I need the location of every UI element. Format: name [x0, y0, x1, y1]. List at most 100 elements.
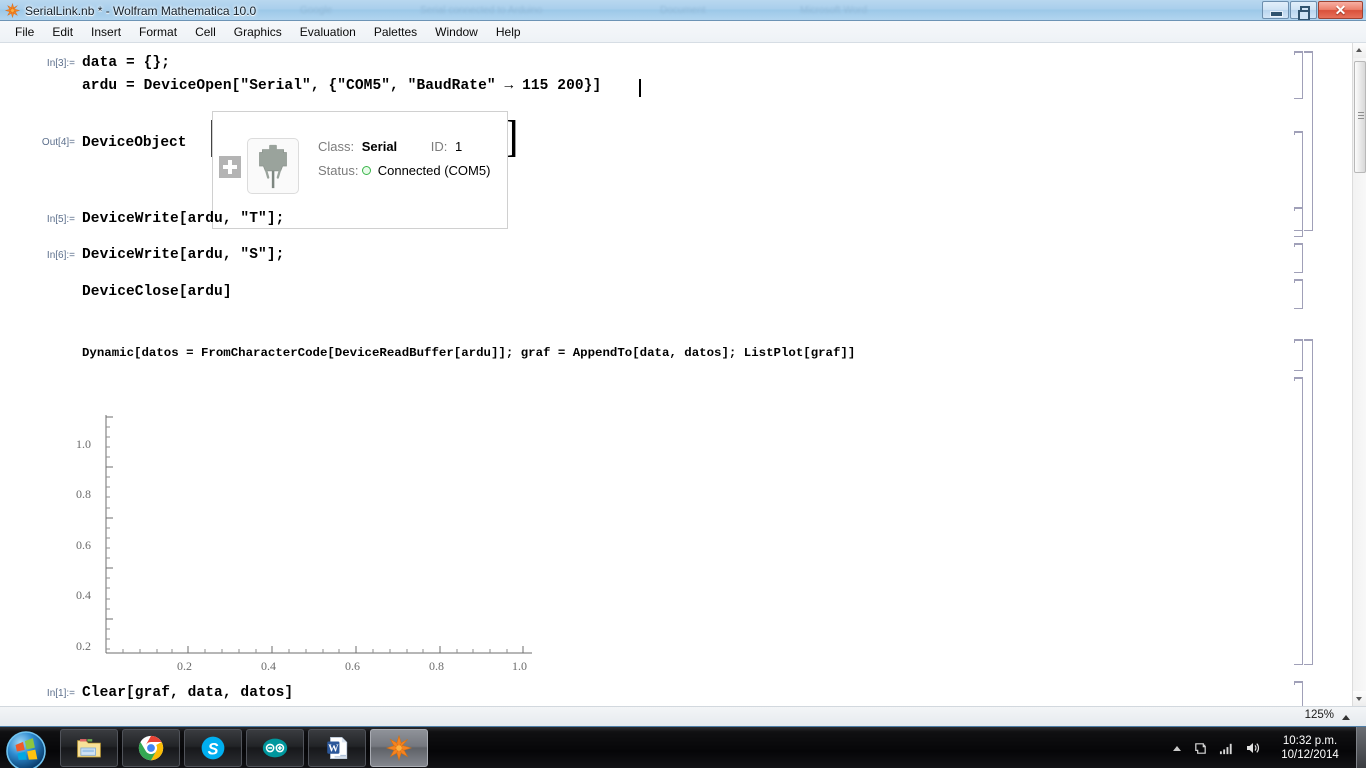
xtick-3: 0.8 — [429, 659, 444, 673]
deviceobject-head: DeviceObject — [82, 135, 187, 151]
vertical-scrollbar[interactable] — [1352, 43, 1366, 706]
expand-device-details-button[interactable] — [219, 156, 241, 178]
ytick-4: 1.0 — [76, 437, 91, 451]
file-explorer-icon — [77, 739, 101, 758]
desktop: Google Serial connected to Arduino Docum… — [0, 0, 1366, 768]
menu-graphics[interactable]: Graphics — [225, 22, 291, 42]
zoom-chevron-up-icon[interactable] — [1342, 715, 1350, 720]
chevron-up-icon — [1356, 48, 1362, 52]
cell-label-in6: In[6]:= — [46, 250, 75, 261]
xtick-0: 0.2 — [177, 659, 192, 673]
cell-bracket-in3[interactable] — [1294, 51, 1303, 99]
code-line-clear[interactable]: Clear[graf, data, datos] — [82, 685, 293, 701]
taskbar-item-google-chrome[interactable] — [122, 729, 180, 767]
taskbar-clock[interactable]: 10:32 p.m. 10/12/2014 — [1272, 734, 1348, 762]
menu-bar: File Edit Insert Format Cell Graphics Ev… — [0, 21, 1366, 43]
mathematica-spikey-icon — [5, 3, 20, 18]
menu-cell[interactable]: Cell — [186, 22, 225, 42]
action-center-icon[interactable] — [1193, 741, 1208, 756]
cell-bracket-group-2[interactable] — [1304, 339, 1313, 665]
chevron-down-icon — [1356, 697, 1362, 701]
device-id-value: 1 — [455, 139, 463, 154]
skype-icon: S — [201, 736, 225, 760]
taskbar-buttons: S W — [60, 729, 428, 767]
notebook-canvas[interactable]: In[3]:= data = {}; ardu = DeviceOpen["Se… — [0, 43, 1352, 706]
show-desktop-button[interactable] — [1356, 727, 1366, 768]
menu-window[interactable]: Window — [426, 22, 487, 42]
taskbar-item-arduino-ide[interactable] — [246, 729, 304, 767]
ytick-1: 0.4 — [76, 588, 91, 602]
xtick-2: 0.6 — [345, 659, 360, 673]
code-line-data-init[interactable]: data = {}; — [82, 55, 170, 71]
code-line-devicewrite-t[interactable]: DeviceWrite[ardu, "T"]; — [82, 211, 284, 227]
cell-label-out4: Out[4]= — [41, 137, 75, 148]
code-line-devicewrite-s[interactable]: DeviceWrite[ardu, "S"]; — [82, 247, 284, 263]
cell-label-in1: In[1]:= — [46, 688, 75, 699]
clock-time: 10:32 p.m. — [1282, 735, 1338, 747]
taskbar-item-mathematica[interactable] — [370, 729, 428, 767]
cell-bracket-deviceclose[interactable] — [1294, 279, 1303, 309]
cell-label-in3: In[3]:= — [46, 58, 75, 69]
background-ghost-tab-3: Document — [660, 5, 706, 16]
cell-bracket-in1[interactable] — [1294, 681, 1303, 706]
cell-bracket-in5[interactable] — [1294, 207, 1303, 237]
code-line-deviceclose[interactable]: DeviceClose[ardu] — [82, 284, 232, 300]
cell-bracket-dynamic-input[interactable] — [1294, 339, 1303, 371]
status-bar: 125% — [0, 706, 1366, 726]
menu-file[interactable]: File — [6, 22, 43, 42]
device-status-key: Status: — [318, 163, 359, 178]
background-ghost-tab-4: Microsoft Word — [800, 5, 868, 16]
code-line-dynamic-listplot[interactable]: Dynamic[datos = FromCharacterCode[Device… — [82, 346, 855, 360]
device-class-value: Serial — [361, 139, 398, 154]
window-titlebar: Google Serial connected to Arduino Docum… — [0, 0, 1366, 21]
cell-bracket-in6[interactable] — [1294, 243, 1303, 273]
microsoft-word-icon: W — [327, 737, 348, 759]
close-button[interactable]: ✕ — [1318, 1, 1363, 19]
serial-port-connector-icon — [247, 138, 299, 194]
windows-taskbar: S W 10:32 p.m. 10/12/2014 — [0, 726, 1366, 768]
background-ghost-tab-1: Google — [300, 5, 333, 16]
volume-icon[interactable] — [1245, 740, 1261, 756]
zoom-level-label[interactable]: 125% — [1305, 709, 1334, 721]
system-tray: 10:32 p.m. 10/12/2014 — [1173, 727, 1366, 768]
svg-text:W: W — [328, 743, 339, 754]
minimize-button[interactable] — [1262, 1, 1289, 19]
taskbar-item-skype[interactable]: S — [184, 729, 242, 767]
window-controls: ✕ — [1262, 1, 1363, 20]
xtick-1: 0.4 — [261, 659, 276, 673]
clock-date: 10/12/2014 — [1281, 749, 1339, 761]
code-line-deviceopen[interactable]: ardu = DeviceOpen["Serial", {"COM5", "Ba… — [82, 78, 601, 94]
scroll-up-button[interactable] — [1353, 43, 1366, 58]
taskbar-item-file-explorer[interactable] — [60, 729, 118, 767]
svg-text:S: S — [208, 741, 219, 759]
mathematica-spikey-taskbar-icon — [386, 735, 412, 761]
device-id-key: ID: — [430, 139, 448, 154]
scroll-down-button[interactable] — [1353, 691, 1366, 706]
menu-help[interactable]: Help — [487, 22, 530, 42]
device-class-key: Class: — [318, 139, 355, 154]
scrollbar-thumb[interactable] — [1354, 61, 1366, 173]
status-indicator-icon — [362, 166, 372, 176]
scrollbar-grip-icon — [1357, 112, 1364, 113]
menu-palettes[interactable]: Palettes — [365, 22, 426, 42]
device-status-value: Connected (COM5) — [377, 163, 491, 178]
ytick-3: 0.8 — [76, 487, 91, 501]
network-signal-icon[interactable] — [1219, 741, 1234, 756]
windows-logo-icon — [6, 731, 46, 768]
listplot-graphic[interactable]: 0.2 0.4 0.6 0.8 1.0 0.2 0.4 0.6 0.8 1.0 — [70, 373, 550, 693]
cell-bracket-group-1[interactable] — [1304, 51, 1313, 231]
show-hidden-icons-arrow-icon[interactable] — [1173, 745, 1181, 751]
text-cursor — [639, 79, 641, 97]
menu-format[interactable]: Format — [130, 22, 186, 42]
taskbar-item-microsoft-word[interactable]: W — [308, 729, 366, 767]
cell-bracket-plot-output[interactable] — [1294, 377, 1303, 665]
plot-svg — [105, 415, 532, 654]
menu-edit[interactable]: Edit — [43, 22, 82, 42]
device-status-row: Status: Connected (COM5) — [318, 163, 490, 178]
start-button[interactable] — [4, 729, 48, 768]
xtick-4: 1.0 — [512, 659, 527, 673]
menu-insert[interactable]: Insert — [82, 22, 130, 42]
menu-evaluation[interactable]: Evaluation — [291, 22, 365, 42]
cell-label-in5: In[5]:= — [46, 214, 75, 225]
restore-button[interactable] — [1290, 1, 1317, 20]
